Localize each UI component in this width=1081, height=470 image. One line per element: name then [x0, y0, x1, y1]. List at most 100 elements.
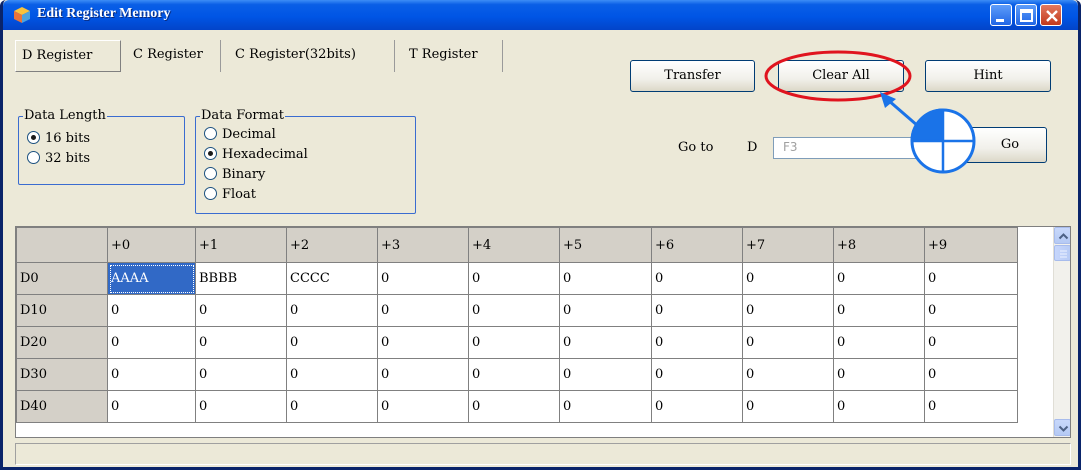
column-header: +6: [651, 227, 743, 263]
table-cell[interactable]: 0: [377, 326, 469, 359]
column-header: +8: [833, 227, 925, 263]
radio-label: 32 bits: [45, 151, 91, 166]
table-cell[interactable]: CCCC: [286, 262, 378, 295]
row-header: D40: [16, 390, 108, 423]
table-cell[interactable]: 0: [377, 294, 469, 327]
clear-all-button[interactable]: Clear All: [778, 60, 904, 92]
table-cell[interactable]: 0: [833, 390, 925, 423]
column-header: +3: [377, 227, 469, 263]
table-cell[interactable]: 0: [107, 294, 196, 327]
table-cell[interactable]: 0: [742, 390, 834, 423]
table-cell[interactable]: 0: [559, 326, 652, 359]
table-cell[interactable]: 0: [742, 326, 834, 359]
table-cell[interactable]: 0: [651, 326, 743, 359]
register-table: +0 +1 +2 +3 +4 +5 +6 +7 +8 +9 D0 AAAA BB…: [16, 227, 1018, 423]
radio-label: Float: [222, 187, 256, 202]
title-bar[interactable]: Edit Register Memory: [3, 0, 1078, 30]
table-cell[interactable]: 0: [651, 390, 743, 423]
row-header: D0: [16, 262, 108, 295]
edit-register-memory-window: Edit Register Memory D Register C Regist…: [0, 0, 1081, 470]
radio-label: 16 bits: [45, 131, 91, 146]
table-cell[interactable]: 0: [468, 294, 560, 327]
close-button[interactable]: [1040, 4, 1062, 26]
table-cell[interactable]: 0: [833, 294, 925, 327]
window-title: Edit Register Memory: [37, 6, 171, 21]
transfer-button[interactable]: Transfer: [630, 60, 755, 92]
table-cell[interactable]: 0: [195, 326, 287, 359]
register-grid: +0 +1 +2 +3 +4 +5 +6 +7 +8 +9 D0 AAAA BB…: [15, 226, 1071, 438]
tab-t-register[interactable]: T Register: [403, 40, 503, 72]
table-cell[interactable]: 0: [286, 326, 378, 359]
table-row: D0 AAAA BBBB CCCC 0 0 0 0 0 0 0: [16, 262, 1018, 295]
scroll-thumb[interactable]: [1054, 245, 1070, 261]
scroll-down-button[interactable]: [1054, 419, 1070, 436]
table-cell[interactable]: 0: [195, 294, 287, 327]
table-cell[interactable]: 0: [742, 358, 834, 391]
status-bar: [15, 443, 1071, 465]
table-cell[interactable]: 0: [286, 358, 378, 391]
table-cell[interactable]: 0: [924, 358, 1018, 391]
table-cell[interactable]: 0: [833, 262, 925, 295]
table-cell[interactable]: 0: [651, 358, 743, 391]
tab-d-register[interactable]: D Register: [15, 40, 121, 72]
table-cell[interactable]: 0: [377, 390, 469, 423]
go-button[interactable]: Go: [943, 127, 1047, 163]
table-cell[interactable]: 0: [468, 390, 560, 423]
table-cell[interactable]: 0: [924, 294, 1018, 327]
table-row: D40 0 0 0 0 0 0 0 0 0 0: [16, 390, 1018, 423]
chevron-down-icon: [1058, 425, 1069, 432]
radio-binary[interactable]: Binary: [204, 167, 265, 183]
data-format-legend: Data Format: [200, 108, 285, 123]
table-cell[interactable]: 0: [559, 262, 652, 295]
tab-c-register-32bits[interactable]: C Register(32bits): [229, 40, 395, 72]
tab-label: C Register(32bits): [235, 47, 356, 62]
radio-16-bits[interactable]: 16 bits: [27, 131, 90, 147]
radio-hexadecimal[interactable]: Hexadecimal: [204, 147, 308, 163]
table-cell[interactable]: 0: [924, 326, 1018, 359]
radio-decimal[interactable]: Decimal: [204, 127, 276, 143]
table-cell[interactable]: 0: [651, 262, 743, 295]
table-cell[interactable]: 0: [651, 294, 743, 327]
table-cell[interactable]: 0: [924, 262, 1018, 295]
table-cell[interactable]: 0: [286, 294, 378, 327]
hint-button[interactable]: Hint: [925, 60, 1051, 92]
tab-label: C Register: [133, 47, 203, 62]
table-cell[interactable]: 0: [742, 294, 834, 327]
row-header: D30: [16, 358, 108, 391]
radio-empty-icon: [204, 187, 217, 200]
goto-label: Go to: [678, 140, 714, 155]
table-cell[interactable]: 0: [107, 390, 196, 423]
radio-label: Binary: [222, 167, 266, 182]
scroll-up-button[interactable]: [1054, 227, 1070, 244]
table-cell[interactable]: 0: [468, 358, 560, 391]
table-cell[interactable]: 0: [559, 358, 652, 391]
table-cell[interactable]: 0: [377, 358, 469, 391]
minimize-button[interactable]: [990, 4, 1012, 26]
table-cell[interactable]: 0: [468, 326, 560, 359]
table-cell[interactable]: 0: [559, 390, 652, 423]
table-cell[interactable]: AAAA: [107, 262, 196, 295]
table-cell[interactable]: 0: [286, 390, 378, 423]
table-cell[interactable]: 0: [833, 358, 925, 391]
table-cell[interactable]: 0: [107, 358, 196, 391]
tab-c-register[interactable]: C Register: [127, 40, 221, 72]
row-header: D20: [16, 326, 108, 359]
table-cell[interactable]: 0: [195, 358, 287, 391]
column-header-row: +0 +1 +2 +3 +4 +5 +6 +7 +8 +9: [16, 227, 1018, 263]
table-cell[interactable]: 0: [377, 262, 469, 295]
table-cell[interactable]: 0: [195, 390, 287, 423]
maximize-button[interactable]: [1015, 4, 1037, 26]
table-cell[interactable]: 0: [559, 294, 652, 327]
vertical-scrollbar[interactable]: [1053, 227, 1070, 437]
table-cell[interactable]: BBBB: [195, 262, 287, 295]
chevron-up-icon: [1058, 233, 1069, 240]
goto-address-input[interactable]: F3: [773, 137, 933, 159]
table-cell[interactable]: 0: [924, 390, 1018, 423]
table-cell[interactable]: 0: [107, 326, 196, 359]
table-cell[interactable]: 0: [742, 262, 834, 295]
radio-32-bits[interactable]: 32 bits: [27, 151, 90, 167]
table-cell[interactable]: 0: [833, 326, 925, 359]
radio-float[interactable]: Float: [204, 187, 256, 203]
radio-empty-icon: [204, 127, 217, 140]
table-cell[interactable]: 0: [468, 262, 560, 295]
